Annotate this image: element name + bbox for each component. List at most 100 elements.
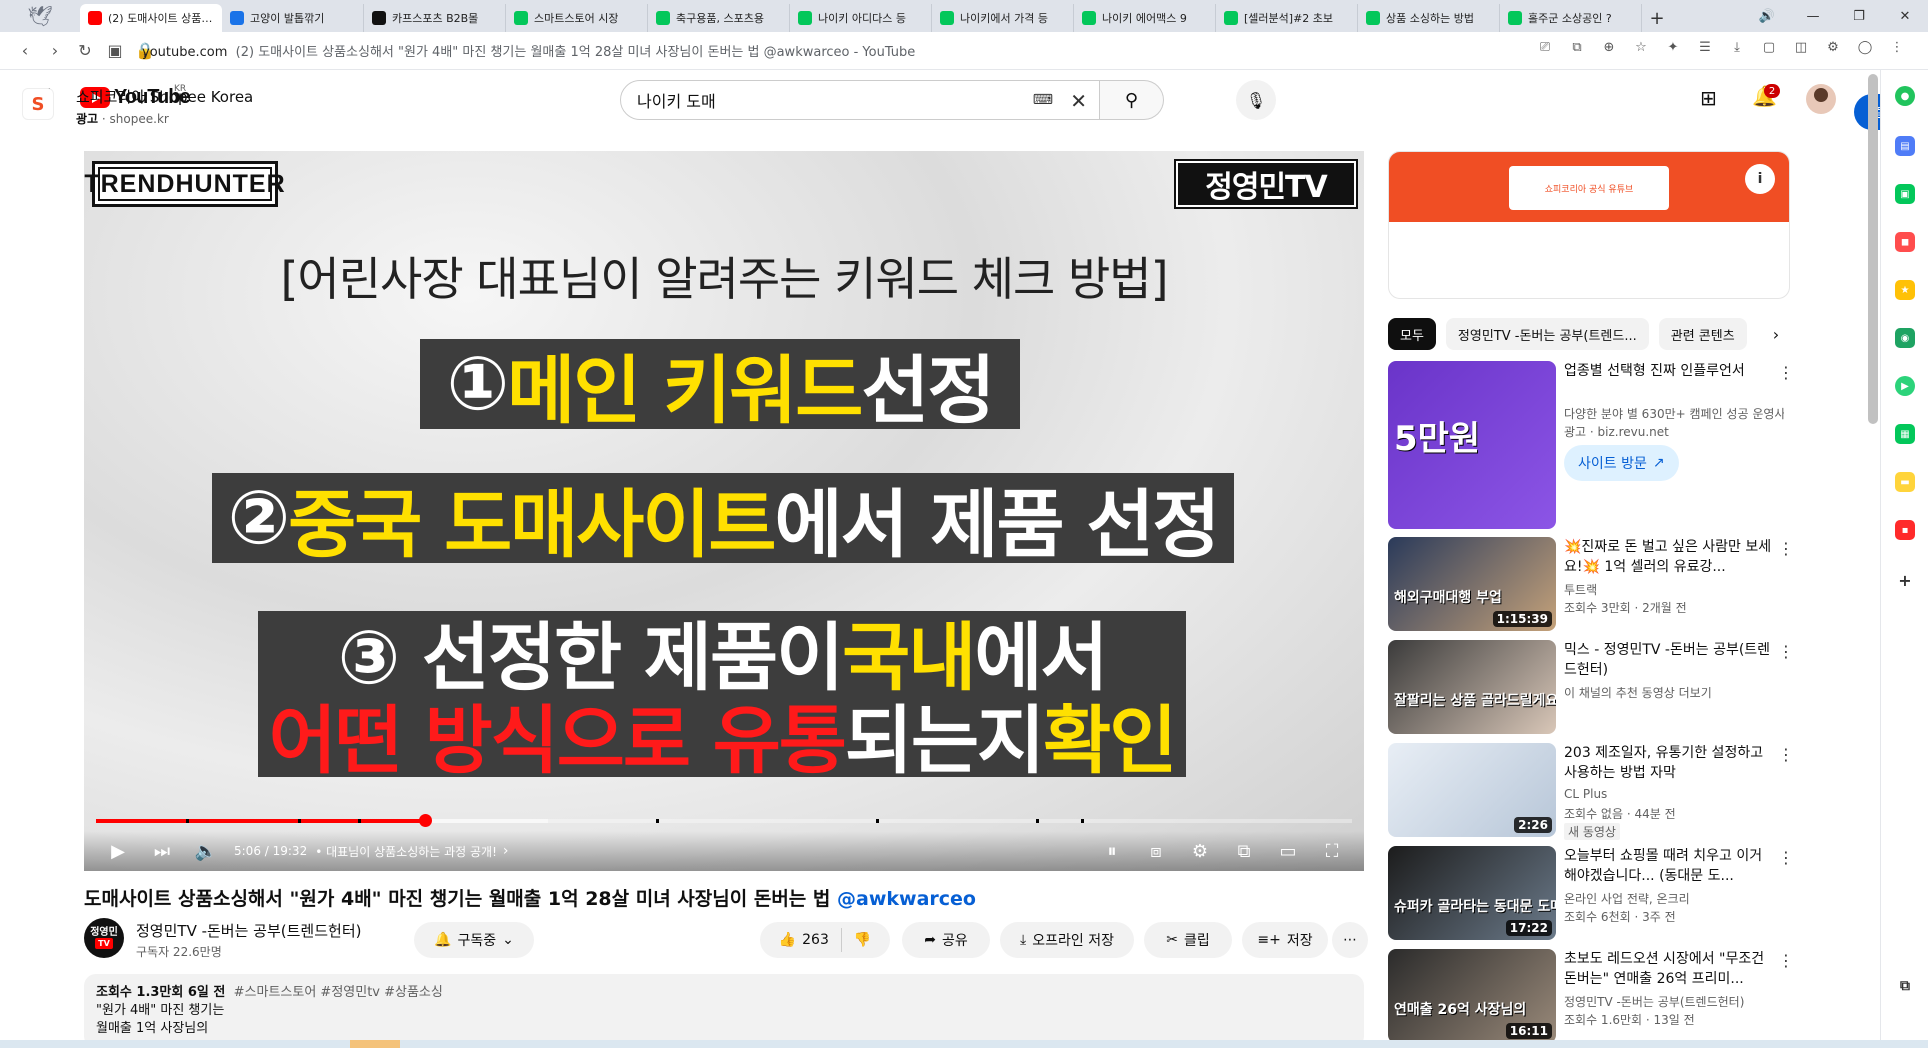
more-actions-button[interactable]: ⋯: [1332, 922, 1368, 958]
more-icon[interactable]: ⋮: [1778, 363, 1794, 382]
play-icon[interactable]: ▶: [96, 831, 140, 871]
extension-icon[interactable]: ▬: [1895, 472, 1915, 492]
extensions-icon[interactable]: ✦: [1662, 36, 1684, 58]
new-tab-button[interactable]: +: [1642, 4, 1672, 32]
browser-tab[interactable]: 나이키 에어맥스 9: [1074, 4, 1216, 32]
extension-icon[interactable]: ◼: [1895, 232, 1915, 252]
bookmark-icon[interactable]: ☆: [1630, 36, 1652, 58]
video-channel[interactable]: 이 채널의 추천 동영상 더보기: [1564, 684, 1784, 701]
video-title[interactable]: 업종별 선택형 진짜 인플루언서: [1564, 361, 1776, 381]
video-player[interactable]: TRENDHUNTER 정영민TV [어린사장 대표님이 알려주는 키워드 체크…: [84, 151, 1364, 871]
filter-chip[interactable]: 모두: [1388, 318, 1436, 350]
video-channel[interactable]: 정영민TV -돈버는 공부(트렌드헌터): [1564, 993, 1784, 1010]
video-title[interactable]: 믹스 - 정영민TV -돈버는 공부(트렌드헌터): [1564, 640, 1776, 680]
keyboard-icon[interactable]: ⌨: [1033, 92, 1053, 108]
like-button[interactable]: 👍 263: [779, 932, 829, 948]
add-extension-icon[interactable]: +: [1895, 570, 1915, 590]
page-scrollbar[interactable]: [1868, 74, 1878, 424]
speaker-icon[interactable]: 🔊: [1744, 0, 1790, 32]
voice-search-button[interactable]: 🎙: [1236, 80, 1276, 120]
back-button[interactable]: ‹: [10, 36, 40, 66]
fullscreen-icon[interactable]: ⛶: [1310, 831, 1354, 871]
more-icon[interactable]: ⋮: [1778, 539, 1794, 558]
dislike-button[interactable]: 👎: [854, 932, 871, 948]
video-title[interactable]: 💥진짜로 돈 벌고 싶은 사람만 보세요!💥 1억 셀러의 유료강...: [1564, 537, 1776, 577]
menu-icon[interactable]: ⋮: [1886, 36, 1908, 58]
description-box[interactable]: 조회수 1.3만회 6일 전 #스마트스토어 #정영민tv #상품소싱 "원가 …: [84, 974, 1364, 1048]
next-icon[interactable]: ⏭: [140, 831, 184, 871]
visit-site-button[interactable]: 사이트 방문 ↗: [1564, 445, 1679, 481]
scrubber-handle[interactable]: [419, 814, 433, 827]
download-button[interactable]: ⤓ 오프라인 저장: [1000, 922, 1134, 958]
more-icon[interactable]: ⋮: [1778, 848, 1794, 867]
chevron-right-icon[interactable]: ›: [1756, 318, 1796, 350]
profile-icon[interactable]: ◯: [1854, 36, 1876, 58]
miniplayer-icon[interactable]: ⧉: [1222, 831, 1266, 871]
browser-tab[interactable]: 축구용품, 스포츠용: [648, 4, 790, 32]
channel-name[interactable]: 정영민TV -돈버는 공부(트렌드헌터): [136, 920, 361, 941]
more-icon[interactable]: ⋮: [1778, 745, 1794, 764]
clear-search-icon[interactable]: ✕: [1070, 89, 1087, 113]
browser-tab[interactable]: [셀러분석]#2 초보: [1216, 4, 1358, 32]
recommended-video[interactable]: 슈퍼카 골라타는 동대문 도매 사장님 17:22 오늘부터 쇼핑몰 때려 치우고 …: [1388, 846, 1798, 940]
channel-handle-link[interactable]: @awkwarceo: [837, 888, 976, 910]
recommended-video[interactable]: 2:26 203 제조일자, 유통기한 설정하고 사용하는 방법 자막 CL Plu…: [1388, 743, 1798, 840]
video-title[interactable]: 오늘부터 쇼핑몰 때려 치우고 이거 해야겠습니다... (동대문 도...: [1564, 846, 1776, 886]
video-channel[interactable]: 투트랙: [1564, 581, 1784, 598]
video-thumbnail[interactable]: 해외구매대행 부업 1:15:39: [1388, 537, 1556, 631]
browser-tab[interactable]: 나이키 아디다스 등: [790, 4, 932, 32]
close-button[interactable]: ✕: [1882, 0, 1928, 32]
filter-chip[interactable]: 정영민TV -돈버는 공부(트렌드...: [1445, 318, 1649, 350]
video-channel[interactable]: CL Plus: [1564, 787, 1784, 801]
extension-icon[interactable]: ▪: [1895, 520, 1915, 540]
browser-tab[interactable]: 홀주군 소상공인 ?: [1500, 4, 1642, 32]
minimize-button[interactable]: —: [1790, 0, 1836, 32]
capture-icon[interactable]: ◫: [1790, 36, 1812, 58]
volume-icon[interactable]: 🔈: [184, 831, 228, 871]
subtitles-icon[interactable]: ⧈: [1134, 831, 1178, 871]
browser-tab[interactable]: 카프스포츠 B2B몰: [364, 4, 506, 32]
recommended-video[interactable]: 연매출 26억 사장님의 16:11 초보도 레드오션 시장에서 "무조건 돈버는"…: [1388, 949, 1798, 1043]
chapter-title[interactable]: • 대표님이 상품소싱하는 과정 공개!: [315, 843, 497, 860]
chapter-arrow-icon[interactable]: ›: [503, 843, 509, 859]
browser-tab[interactable]: 고양이 발톱깎기: [222, 4, 364, 32]
extension-icon[interactable]: ▣: [1895, 184, 1915, 204]
browser-tab[interactable]: 스마트스토어 시장: [506, 4, 648, 32]
forward-button[interactable]: ›: [40, 36, 70, 66]
theater-mode-icon[interactable]: ▭: [1266, 831, 1310, 871]
video-thumbnail[interactable]: 5만원: [1388, 361, 1556, 529]
save-button[interactable]: ≡+ 저장: [1242, 922, 1328, 958]
reload-button[interactable]: ↻: [70, 36, 100, 66]
video-thumbnail[interactable]: 슈퍼카 골라타는 동대문 도매 사장님 17:22: [1388, 846, 1556, 940]
browser-tab[interactable]: 나이키에서 가격 등: [932, 4, 1074, 32]
channel-avatar[interactable]: 정영민 TV: [84, 918, 124, 958]
extension-icon[interactable]: ▦: [1895, 424, 1915, 444]
clip-button[interactable]: ✂ 클립: [1144, 922, 1232, 958]
tab-list-icon[interactable]: ☰: [1694, 36, 1716, 58]
video-thumbnail[interactable]: 2:26: [1388, 743, 1556, 837]
video-channel[interactable]: 다양한 분야 별 630만+ 캠페인 성공 운영사례: [1564, 405, 1784, 422]
info-icon[interactable]: i: [1745, 164, 1775, 194]
zoom-icon[interactable]: ⊕: [1598, 36, 1620, 58]
download-icon[interactable]: ⤓: [1726, 36, 1748, 58]
extension-icon[interactable]: ▤: [1895, 136, 1915, 156]
extension-icon[interactable]: ★: [1895, 280, 1915, 300]
cast-icon[interactable]: ⎚: [1534, 36, 1556, 58]
autoplay-toggle[interactable]: ⏸: [1090, 831, 1134, 871]
account-avatar[interactable]: [1806, 84, 1836, 114]
search-input[interactable]: 나이키 도매 ⌨ ✕: [620, 80, 1100, 120]
url-field[interactable]: youtube.com (2) 도매사이트 상품소싱해서 "원가 4배" 마진 …: [142, 41, 1442, 60]
filter-chip[interactable]: 관련 콘텐츠: [1658, 318, 1747, 350]
recommended-video[interactable]: 잘팔리는 상품 골라드릴게요 믹스 - 정영민TV -돈버는 공부(트렌드헌터) 이…: [1388, 640, 1798, 734]
settings-gear-icon[interactable]: ⚙: [1178, 831, 1222, 871]
progress-bar[interactable]: [96, 814, 1352, 827]
ad-banner[interactable]: 쇼피코리아 공식 유튜브 i: [1389, 152, 1789, 222]
reader-icon[interactable]: ▣: [100, 36, 130, 66]
screenshot-icon[interactable]: ⧉: [1566, 36, 1588, 58]
sidebar-icon[interactable]: ▢: [1758, 36, 1780, 58]
video-title[interactable]: 초보도 레드오션 시장에서 "무조건 돈버는" 연매출 26억 프리미...: [1564, 949, 1776, 989]
open-external-icon[interactable]: ⧉: [1895, 976, 1915, 996]
video-channel[interactable]: 온라인 사업 전략, 온크리: [1564, 890, 1784, 907]
ad-card[interactable]: 쇼피코리아 공식 유튜브 i: [1388, 151, 1790, 299]
video-thumbnail[interactable]: 잘팔리는 상품 골라드릴게요: [1388, 640, 1556, 734]
